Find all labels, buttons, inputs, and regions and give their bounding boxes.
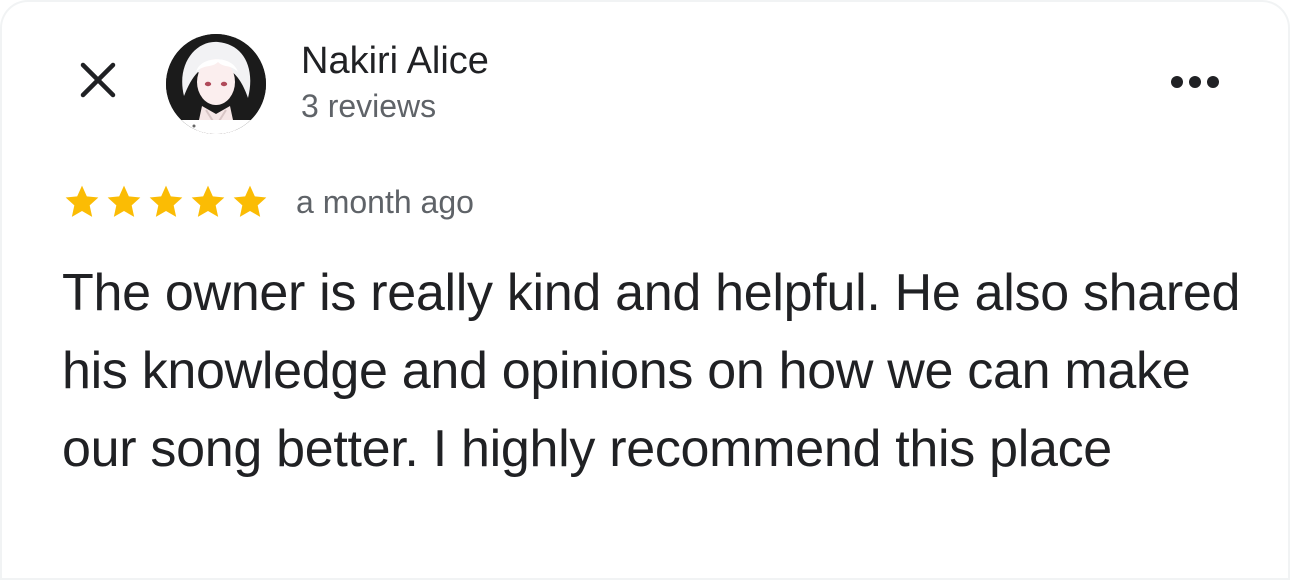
reviewer-review-count: 3 reviews [301,88,437,124]
reviewer-name[interactable]: Nakiri Alice [301,38,489,84]
more-options-button[interactable] [1160,58,1230,106]
review-time: a month ago [296,184,474,220]
star-icon [233,185,267,217]
star-icon [107,185,141,217]
avatar-image [166,34,266,134]
rating-row: a month ago [62,182,474,222]
review-text: The owner is really kind and helpful. He… [62,264,1241,478]
star-rating [62,182,270,222]
close-icon [80,62,116,98]
star-icon [65,185,99,217]
review-sheet: Nakiri Alice 3 reviews a month ago The o… [0,0,1290,580]
more-horiz-icon [1171,76,1219,88]
reviewer-info: Nakiri Alice 3 reviews [301,38,489,126]
avatar[interactable] [166,34,266,134]
star-icon [149,185,183,217]
close-button[interactable] [70,52,126,108]
star-icon [191,185,225,217]
